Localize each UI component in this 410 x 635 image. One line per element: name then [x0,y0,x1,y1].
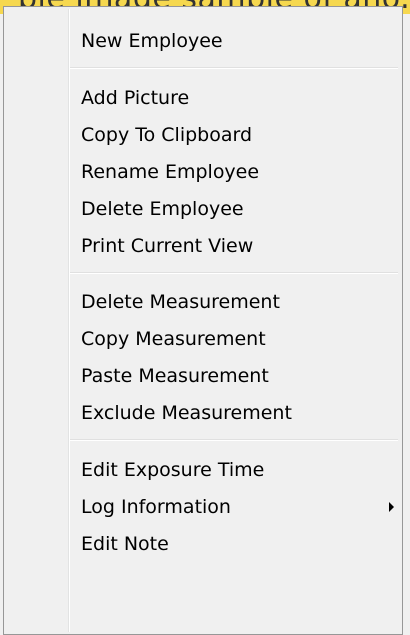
menu-separator [70,272,398,274]
menu-item-add-picture[interactable]: Add Picture [4,81,402,115]
menu-item-print-current-view[interactable]: Print Current View [4,229,402,263]
menu-item-exclude-measurement[interactable]: Exclude Measurement [4,396,402,430]
menu-separator [70,439,398,441]
menu-item-label: Delete Measurement [81,291,280,313]
menu-item-edit-note[interactable]: Edit Note [4,527,402,561]
menu-item-label: Add Picture [81,87,190,109]
menu-item-label: Print Current View [81,235,254,257]
menu-item-label: Rename Employee [81,161,260,183]
menu-item-edit-exposure-time[interactable]: Edit Exposure Time [4,453,402,487]
menu-item-label: Copy Measurement [81,328,266,350]
menu-item-copy-to-clipboard[interactable]: Copy To Clipboard [4,118,402,152]
menu-item-label: Delete Employee [81,198,244,220]
menu-item-label: Edit Note [81,533,169,555]
menu-item-delete-measurement[interactable]: Delete Measurement [4,285,402,319]
menu-item-label: Edit Exposure Time [81,459,265,481]
menu-item-paste-measurement[interactable]: Paste Measurement [4,359,402,393]
menu-item-label: Log Information [81,496,231,518]
menu-item-label: New Employee [81,30,223,52]
menu-item-label: Paste Measurement [81,365,269,387]
menu-item-new-employee[interactable]: New Employee [4,24,402,58]
menu-item-log-information[interactable]: Log Information [4,490,402,524]
context-menu: New Employee Add Picture Copy To Clipboa… [3,6,403,635]
menu-item-label: Exclude Measurement [81,402,292,424]
menu-item-label: Copy To Clipboard [81,124,253,146]
menu-item-rename-employee[interactable]: Rename Employee [4,155,402,189]
menu-item-delete-employee[interactable]: Delete Employee [4,192,402,226]
menu-item-copy-measurement[interactable]: Copy Measurement [4,322,402,356]
menu-separator [70,67,398,69]
submenu-arrow-icon [389,502,394,512]
